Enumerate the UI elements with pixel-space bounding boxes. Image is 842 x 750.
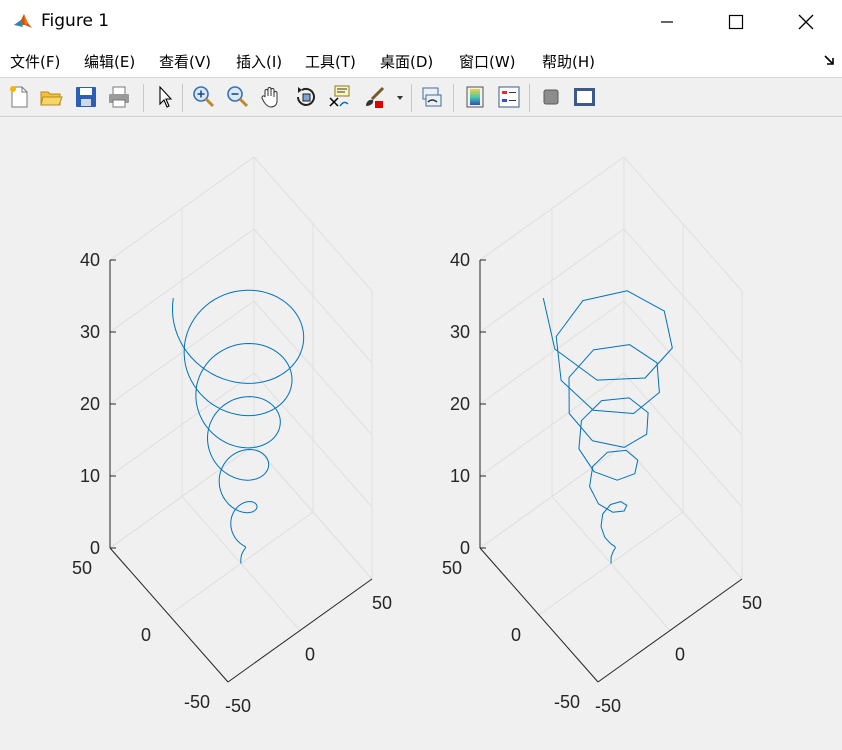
x-tick-label: 50 <box>372 593 392 613</box>
hide-plot-tools-button[interactable] <box>538 84 564 110</box>
y-tick-label: -50 <box>184 692 210 712</box>
pan-button[interactable] <box>258 84 284 110</box>
menu-help[interactable]: 帮助(H) <box>542 51 595 72</box>
open-file-icon <box>40 91 63 106</box>
z-tick-label: 0 <box>460 538 470 558</box>
pan-hand-icon <box>261 87 278 108</box>
dock-arrow-icon[interactable] <box>822 53 836 67</box>
legend-button[interactable] <box>496 84 522 110</box>
menu-edit[interactable]: 编辑(E) <box>84 51 135 72</box>
helix-line <box>172 289 305 564</box>
x-tick-label: -50 <box>595 696 621 716</box>
menu-window[interactable]: 窗口(W) <box>459 51 516 72</box>
zoom-out-button[interactable] <box>225 84 251 110</box>
close-icon <box>798 14 814 30</box>
z-tick-label: 30 <box>80 322 100 342</box>
z-tick-label: 10 <box>80 466 100 486</box>
menu-desktop[interactable]: 桌面(D) <box>380 51 433 72</box>
save-button[interactable] <box>73 84 99 110</box>
zoom-out-icon <box>227 86 249 108</box>
toolbar-separator <box>411 84 412 112</box>
brush-button[interactable] <box>362 84 388 110</box>
select-button[interactable] <box>152 84 178 110</box>
z-tick-label: 30 <box>450 322 470 342</box>
close-button[interactable] <box>771 0 841 44</box>
show-plot-tools-button[interactable] <box>571 84 597 110</box>
new-figure-button[interactable] <box>6 84 32 110</box>
data-cursor-icon <box>329 85 350 107</box>
y-axis-line <box>479 547 599 683</box>
x-tick-label: 0 <box>305 645 315 665</box>
save-icon <box>76 87 96 107</box>
link-plot-icon <box>422 87 442 107</box>
rotate-3d-icon <box>297 87 315 106</box>
select-arrow-icon <box>159 85 173 108</box>
z-tick-label: 20 <box>80 394 100 414</box>
helix-line <box>542 290 673 564</box>
zoom-in-icon <box>193 86 215 108</box>
z-tick-label: 40 <box>450 250 470 270</box>
data-cursor-button[interactable] <box>326 84 352 110</box>
open-file-button[interactable] <box>38 84 64 110</box>
y-tick-label: 0 <box>141 625 151 645</box>
menu-tools[interactable]: 工具(T) <box>305 51 356 72</box>
colorbar-icon <box>466 86 484 108</box>
x-axis-line <box>597 578 743 683</box>
rotate-button[interactable] <box>293 84 319 110</box>
z-tick-label: 40 <box>80 250 100 270</box>
maximize-button[interactable] <box>701 0 771 44</box>
y-tick-label: -50 <box>554 692 580 712</box>
toolbar-separator <box>529 84 530 112</box>
toolbar-separator <box>143 84 144 112</box>
menu-file[interactable]: 文件(F) <box>10 51 60 72</box>
z-tick-label: 10 <box>450 466 470 486</box>
minimize-icon <box>661 21 673 23</box>
window-titlebar: Figure 1 <box>0 0 842 44</box>
toolbar-separator <box>182 84 183 112</box>
zoom-in-button[interactable] <box>191 84 217 110</box>
menu-view[interactable]: 查看(V) <box>159 51 211 72</box>
y-tick-label: 0 <box>511 625 521 645</box>
figure-canvas: 0 10 20 30 40 -50 0 50 -50 0 50 0 10 20 30 40 -50 0 50 -50 0… <box>0 117 842 750</box>
print-button[interactable] <box>106 84 132 110</box>
colorbar-button[interactable] <box>462 84 488 110</box>
z-tick-label: 20 <box>450 394 470 414</box>
y-axis-line <box>109 547 229 683</box>
x-tick-label: 50 <box>742 593 762 613</box>
brush-icon <box>366 86 385 108</box>
x-tick-label: -50 <box>225 696 251 716</box>
legend-icon <box>498 86 520 108</box>
menu-insert[interactable]: 插入(I) <box>236 51 282 72</box>
figure-plot-area[interactable]: 010203040-50050-50050010203040-50050-500… <box>0 117 842 750</box>
matlab-logo-icon <box>12 11 34 33</box>
toolbar-separator <box>453 84 454 112</box>
y-tick-label: 50 <box>442 558 462 578</box>
minimize-button[interactable] <box>632 0 702 44</box>
x-axis-line <box>227 578 373 683</box>
figure-toolbar <box>0 77 842 117</box>
dropdown-arrow-icon <box>397 96 403 100</box>
x-tick-label: 0 <box>675 645 685 665</box>
hide-plot-tools-icon <box>543 89 559 105</box>
z-tick-label: 0 <box>90 538 100 558</box>
maximize-icon <box>728 14 744 30</box>
print-icon <box>109 86 129 108</box>
y-tick-label: 50 <box>72 558 92 578</box>
brush-dropdown-button[interactable] <box>394 84 406 110</box>
show-plot-tools-icon <box>574 88 595 106</box>
link-plot-button[interactable] <box>419 84 445 110</box>
new-figure-icon <box>10 86 28 108</box>
menu-bar: 文件(F) 编辑(E) 查看(V) 插入(I) 工具(T) 桌面(D) 窗口(W… <box>0 44 842 77</box>
window-title: Figure 1 <box>41 11 110 31</box>
